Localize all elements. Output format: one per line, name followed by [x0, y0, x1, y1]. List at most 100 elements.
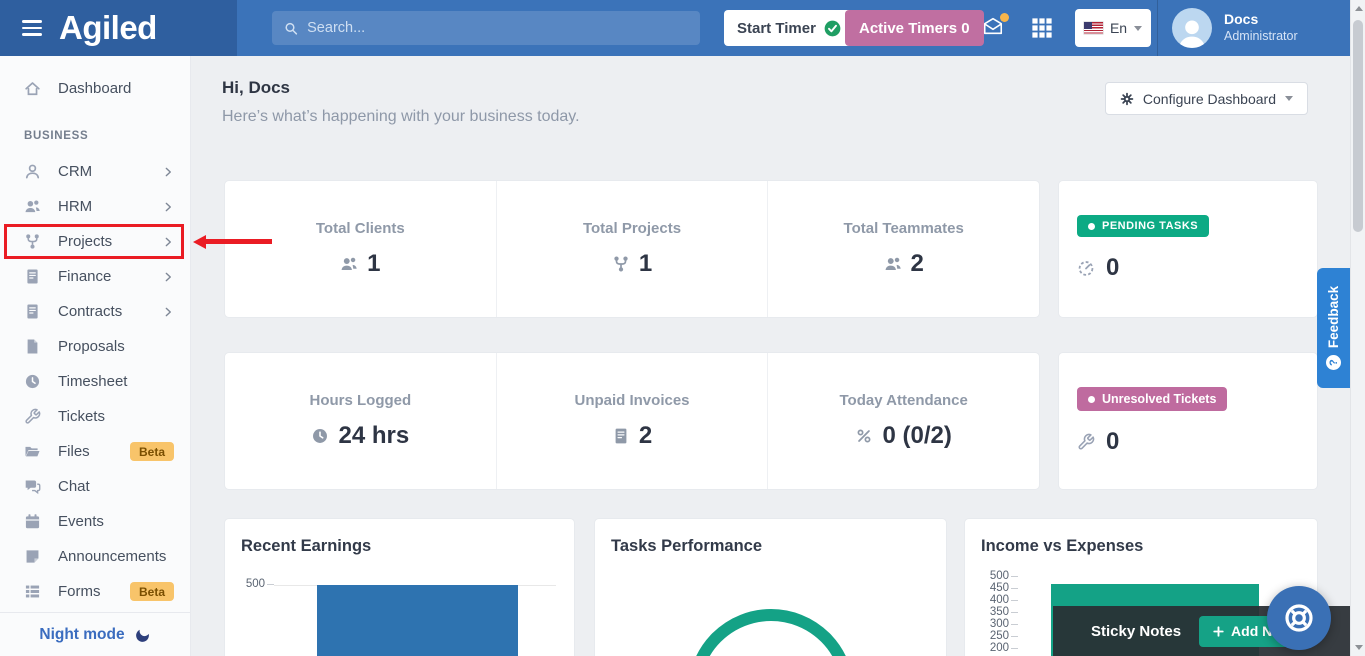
sidebar-item-events[interactable]: Events [0, 504, 190, 539]
sidebar-item-dashboard[interactable]: Dashboard [0, 71, 190, 106]
life-ring-icon [1283, 602, 1315, 634]
configure-dashboard-label: Configure Dashboard [1142, 90, 1276, 107]
main-content: Hi, Docs Here’s what’s happening with yo… [191, 56, 1350, 656]
invoice-icon [612, 427, 630, 445]
stat-label: Unpaid Invoices [574, 392, 690, 409]
plus-icon [1212, 625, 1225, 638]
stat-label: Total Teammates [843, 220, 964, 237]
page-scrollbar[interactable] [1350, 0, 1365, 656]
moon-icon [131, 624, 153, 646]
recent-earnings-card: Recent Earnings 500 [224, 518, 575, 656]
sidebar-item-projects[interactable]: Projects [0, 224, 272, 259]
stat-value: 24 hrs [338, 422, 410, 449]
scroll-down-arrow-icon[interactable] [1354, 645, 1363, 650]
sidebar-item-contracts[interactable]: Contracts [0, 294, 190, 329]
messages-button[interactable] [981, 13, 1009, 41]
active-timers-button[interactable]: Active Timers 0 [845, 10, 984, 46]
sidebar-item-label: Proposals [58, 338, 125, 355]
branch-icon [612, 255, 630, 273]
stat-value: 0 [1106, 428, 1120, 455]
gear-icon [1120, 92, 1134, 106]
y-axis-tick: 200 [979, 642, 1018, 654]
sidebar-item-forms[interactable]: Forms Beta [0, 574, 190, 609]
user-avatar[interactable] [1172, 8, 1212, 48]
home-icon [24, 80, 41, 97]
users-icon [884, 255, 902, 273]
app-logo[interactable]: Agiled [59, 9, 157, 47]
hamburger-menu-icon[interactable] [22, 20, 42, 36]
page-subtitle: Here’s what’s happening with your busine… [222, 108, 580, 125]
users-icon [340, 255, 358, 273]
global-search[interactable] [272, 11, 700, 45]
pending-tasks-badge[interactable]: PENDING TASKS [1077, 215, 1210, 237]
start-timer-button[interactable]: Start Timer [724, 10, 854, 46]
invoice-icon [24, 268, 41, 285]
configure-dashboard-button[interactable]: Configure Dashboard [1104, 82, 1308, 115]
chevron-right-icon [162, 201, 174, 213]
earnings-bar[interactable] [317, 585, 518, 656]
sidebar-item-finance[interactable]: Finance [0, 259, 190, 294]
y-axis-tick: 500 [979, 570, 1018, 582]
apps-menu-button[interactable] [1031, 17, 1053, 39]
folder-icon [24, 443, 41, 460]
feedback-tab[interactable]: ? Feedback [1317, 268, 1350, 388]
sidebar-item-chat[interactable]: Chat [0, 469, 190, 504]
search-input[interactable] [307, 20, 688, 36]
stat-label: Hours Logged [309, 392, 412, 409]
help-button[interactable] [1267, 586, 1331, 650]
sidebar-item-hrm[interactable]: HRM [0, 189, 190, 224]
sidebar-item-tickets[interactable]: Tickets [0, 399, 190, 434]
stat-label: Total Projects [582, 220, 682, 237]
unresolved-tickets-badge[interactable]: Unresolved Tickets [1077, 387, 1228, 411]
sidebar-section-business: BUSINESS [24, 130, 89, 142]
user-icon [24, 163, 41, 180]
chart-title: Income vs Expenses [981, 537, 1144, 555]
stopwatch-icon [1077, 259, 1095, 277]
stat-value: 1 [367, 250, 381, 277]
sidebar-item-label: Projects [58, 233, 113, 250]
y-axis-tick: 300 [979, 618, 1018, 630]
percent-icon [855, 427, 873, 445]
sidebar-item-files[interactable]: Files Beta [0, 434, 190, 469]
brand-section: Agiled [0, 0, 237, 56]
stat-total-teammates: Total Teammates 2 [768, 181, 1039, 317]
stat-today-attendance: Today Attendance 0 (0/2) [768, 353, 1039, 489]
user-menu[interactable]: Docs Administrator [1224, 10, 1298, 44]
scrollbar-thumb[interactable] [1353, 20, 1363, 232]
sidebar-item-proposals[interactable]: Proposals [0, 329, 190, 364]
dot-icon [1088, 395, 1095, 403]
stat-label: Total Clients [315, 220, 405, 237]
sidebar-item-label: Contracts [58, 303, 123, 320]
y-axis-tick: 400 [979, 594, 1018, 606]
sidebar-item-timesheet[interactable]: Timesheet [0, 364, 190, 399]
annotation-arrow [193, 234, 272, 249]
beta-badge: Beta [129, 442, 174, 461]
wrench-icon [24, 408, 41, 425]
sidebar-item-label: Forms [58, 583, 101, 600]
page-title: Hi, Docs [222, 78, 291, 97]
sidebar-item-crm[interactable]: CRM [0, 154, 190, 189]
caret-down-icon [1285, 96, 1293, 101]
user-role: Administrator [1224, 29, 1298, 44]
tasks-donut-chart[interactable] [688, 609, 854, 656]
person-icon [1172, 12, 1212, 48]
language-selector[interactable]: En [1075, 9, 1151, 47]
apps-grid-icon [1031, 17, 1053, 39]
stat-value: 0 (0/2) [882, 422, 952, 449]
chat-icon [24, 478, 41, 495]
stat-value: 1 [638, 250, 653, 277]
sidebar-item-label: Tickets [58, 408, 105, 425]
stat-total-projects: Total Projects 1 [497, 181, 769, 317]
chart-title: Recent Earnings [241, 537, 372, 555]
stat-value: 2 [638, 422, 653, 449]
stat-value: 2 [910, 250, 924, 277]
sidebar-item-label: Files [58, 443, 90, 460]
stats-card-row2: Hours Logged 24 hrs Unpaid Invoices 2 To… [224, 352, 1040, 490]
sidebar-item-announcements[interactable]: Announcements [0, 539, 190, 574]
chevron-right-icon [162, 306, 174, 318]
scroll-up-arrow-icon[interactable] [1354, 6, 1363, 11]
dot-icon [1088, 222, 1095, 230]
stats-card-row1: Total Clients 1 Total Projects 1 Total T… [224, 180, 1040, 318]
night-mode-toggle[interactable]: Night mode [0, 612, 190, 656]
unresolved-tickets-card: Unresolved Tickets 0 [1058, 352, 1318, 490]
